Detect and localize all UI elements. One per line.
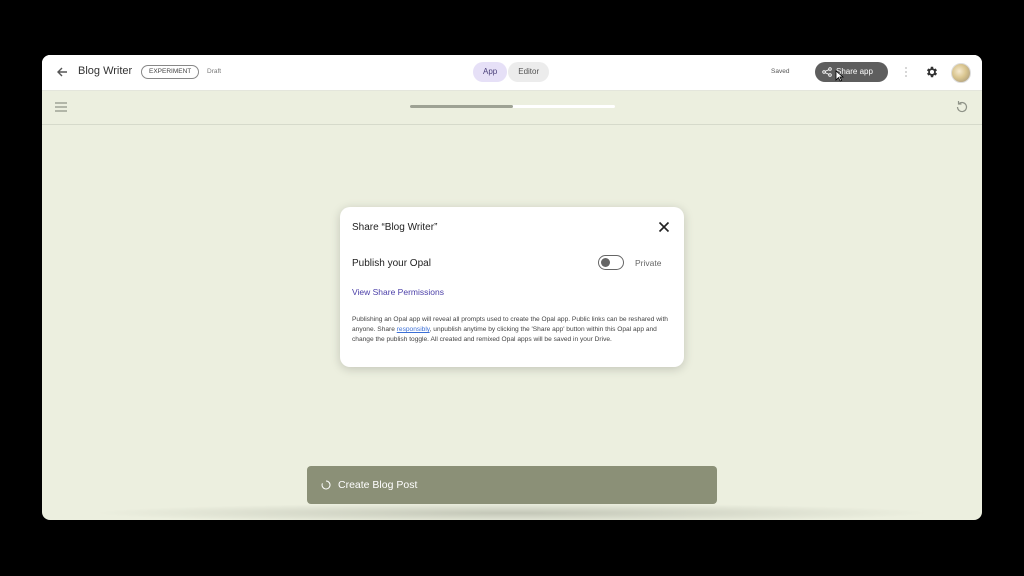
- experiment-badge: EXPERIMENT: [141, 65, 200, 79]
- draft-status: Draft: [207, 68, 222, 75]
- share-dialog: Share “Blog Writer” Publish your Opal Pr…: [340, 207, 684, 367]
- app-window: Blog Writer EXPERIMENT Draft App Editor …: [42, 55, 982, 520]
- avatar[interactable]: [951, 63, 971, 83]
- toggle-knob: [601, 258, 610, 267]
- toggle-state-label: Private: [635, 258, 662, 268]
- tab-editor[interactable]: Editor: [508, 62, 550, 82]
- cursor-icon: [835, 70, 844, 82]
- spinner-icon: [321, 480, 331, 490]
- view-share-permissions-link[interactable]: View Share Permissions: [352, 287, 444, 297]
- view-tabs: App Editor: [473, 62, 550, 82]
- more-vert-icon[interactable]: [902, 65, 910, 79]
- progress-bar: [410, 105, 615, 108]
- progress-fill: [410, 105, 513, 108]
- app-title: Blog Writer: [78, 65, 133, 77]
- publish-label: Publish your Opal: [352, 258, 431, 269]
- share-app-button[interactable]: Share app: [815, 62, 888, 82]
- dialog-title: Share “Blog Writer”: [352, 222, 438, 233]
- back-arrow-icon[interactable]: [54, 64, 70, 80]
- tab-app[interactable]: App: [473, 62, 508, 82]
- responsibly-link[interactable]: responsibly: [397, 326, 430, 333]
- share-description: Publishing an Opal app will reveal all p…: [352, 315, 674, 345]
- create-button-label: Create Blog Post: [338, 479, 418, 491]
- app-toolbar: [42, 91, 982, 125]
- create-blog-post-button[interactable]: Create Blog Post: [307, 466, 717, 504]
- gear-icon[interactable]: [925, 65, 939, 79]
- share-icon: [822, 67, 832, 77]
- top-bar: Blog Writer EXPERIMENT Draft App Editor …: [42, 55, 982, 91]
- saved-status: Saved: [771, 68, 790, 75]
- menu-icon[interactable]: [54, 100, 68, 114]
- bottom-shadow: [92, 503, 932, 520]
- close-icon[interactable]: [658, 221, 670, 233]
- publish-toggle[interactable]: [598, 255, 624, 270]
- refresh-icon[interactable]: [954, 99, 970, 115]
